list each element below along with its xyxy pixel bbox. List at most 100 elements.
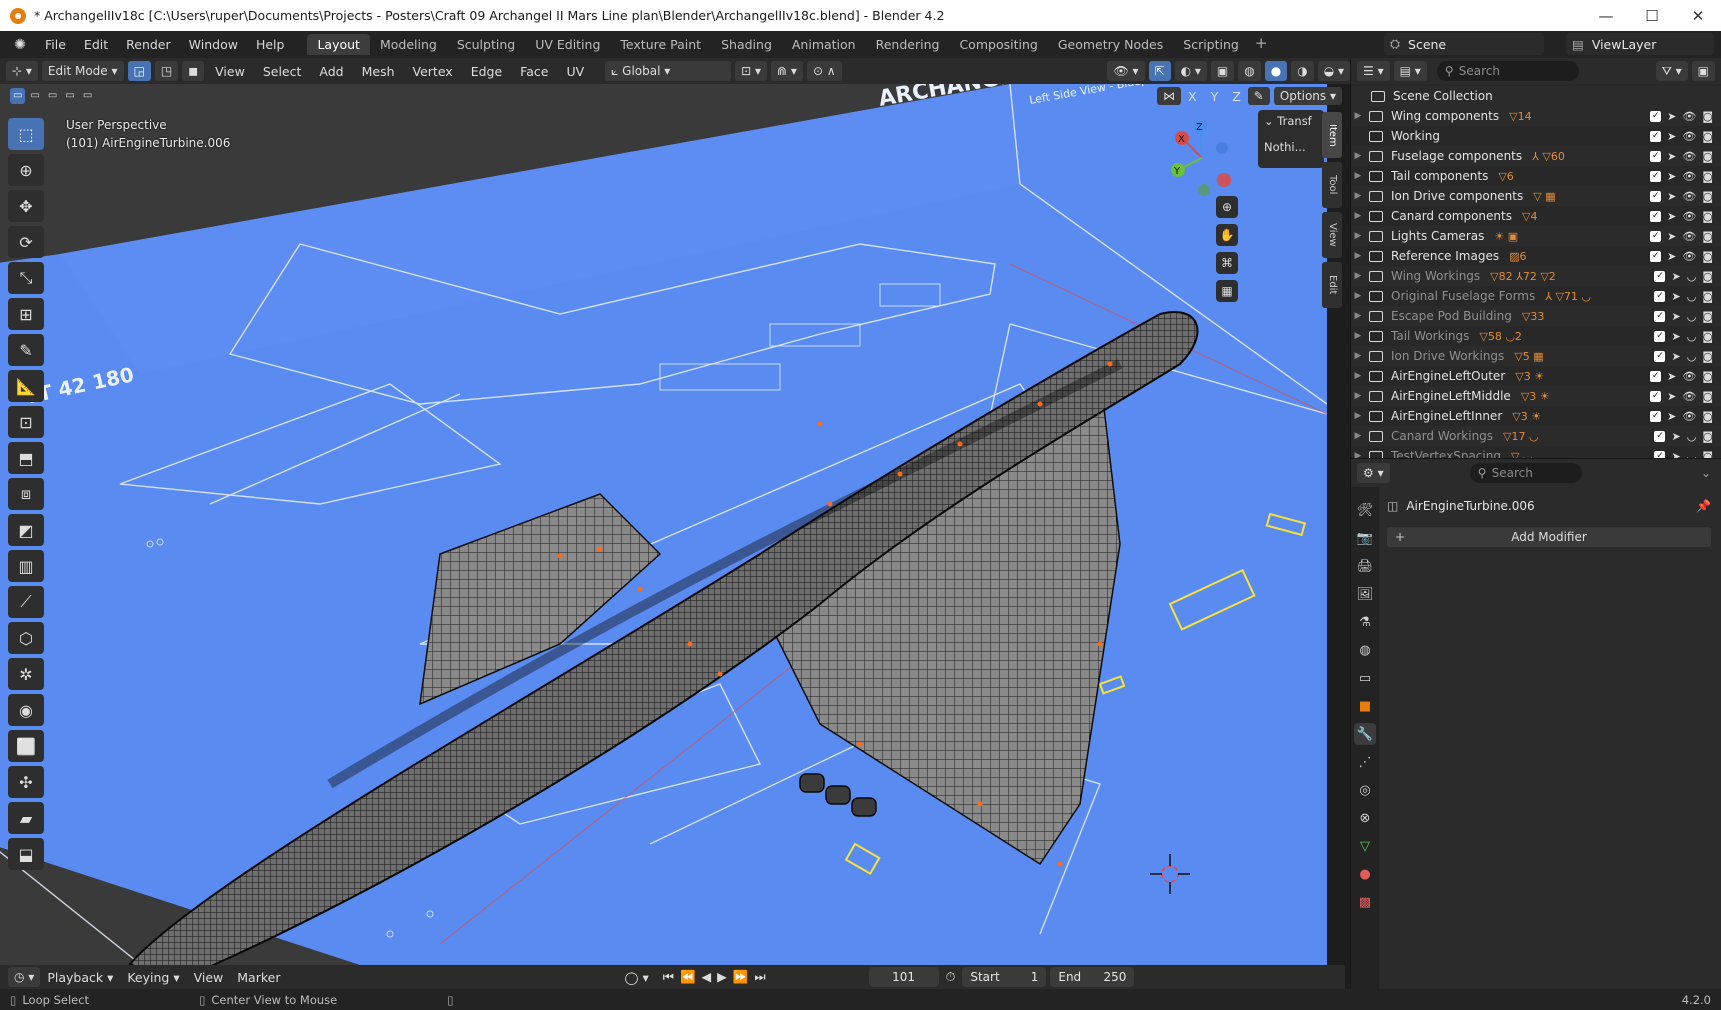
- inset-icon[interactable]: ⧈: [8, 478, 44, 510]
- tab-texture-paint[interactable]: Texture Paint: [610, 34, 711, 55]
- extrude-icon[interactable]: ⬒: [8, 442, 44, 474]
- exclude-checkbox[interactable]: ✓: [1654, 270, 1666, 282]
- exclude-checkbox[interactable]: ✓: [1650, 370, 1662, 382]
- expand-arrow-icon[interactable]: ▶: [1351, 331, 1365, 341]
- outliner-row[interactable]: ▶ Lights Cameras ☀ ▣ ✓ ➤ 👁 ◙: [1351, 226, 1721, 246]
- blender-menu-icon[interactable]: ✺: [10, 36, 30, 54]
- visibility-eye-icon[interactable]: ◡: [1687, 290, 1697, 303]
- sidebar-tab-item[interactable]: Item: [1322, 112, 1342, 158]
- outliner-row[interactable]: ▶ Reference Images ▨6 ✓ ➤ 👁 ◙: [1351, 246, 1721, 266]
- proportional-edit-icon[interactable]: ⊙ ∧: [806, 61, 842, 81]
- visibility-eye-icon[interactable]: 👁: [1682, 230, 1696, 243]
- render-camera-icon[interactable]: ◙: [1702, 370, 1713, 383]
- mirror-axis-x[interactable]: X: [1181, 89, 1204, 104]
- particles-props-icon[interactable]: ⋰: [1354, 751, 1376, 773]
- selectable-icon[interactable]: ➤: [1667, 370, 1676, 383]
- shading-material-icon[interactable]: ◑: [1291, 61, 1314, 81]
- pin-icon[interactable]: 📌: [1696, 499, 1711, 513]
- select-invert-icon[interactable]: ▭: [62, 88, 78, 104]
- stopwatch-icon[interactable]: ⏱: [939, 969, 963, 985]
- minimize-button[interactable]: —: [1583, 7, 1629, 25]
- expand-arrow-icon[interactable]: ▶: [1351, 151, 1365, 161]
- outliner-row[interactable]: ▶ AirEngineLeftMiddle ▽3 ☀ ✓ ➤ 👁 ◙: [1351, 386, 1721, 406]
- outliner-row[interactable]: ▶ Tail components ▽6 ✓ ➤ 👁 ◙: [1351, 166, 1721, 186]
- tab-uv-editing[interactable]: UV Editing: [525, 34, 610, 55]
- exclude-checkbox[interactable]: ✓: [1650, 110, 1662, 122]
- menu-playback[interactable]: Playback ▾: [40, 970, 120, 985]
- xray-icon[interactable]: ▣: [1210, 61, 1235, 81]
- menu-face[interactable]: Face: [513, 64, 555, 79]
- move-icon[interactable]: ✥: [8, 190, 44, 222]
- expand-arrow-icon[interactable]: ▶: [1351, 391, 1365, 401]
- sidebar-tab-edit[interactable]: Edit: [1322, 262, 1342, 308]
- select-new-icon[interactable]: ▭: [10, 88, 26, 104]
- visibility-eye-icon[interactable]: 👁: [1682, 390, 1696, 403]
- add-cube-icon[interactable]: ⊡: [8, 406, 44, 438]
- tab-sculpting[interactable]: Sculpting: [447, 34, 525, 55]
- render-camera-icon[interactable]: ◙: [1702, 350, 1713, 363]
- add-modifier-button[interactable]: + Add Modifier: [1387, 527, 1711, 547]
- render-camera-icon[interactable]: ◙: [1702, 390, 1713, 403]
- render-camera-icon[interactable]: ◙: [1702, 330, 1713, 343]
- edge-select-icon[interactable]: ◳: [154, 61, 179, 81]
- object-props-icon[interactable]: ■: [1354, 695, 1376, 717]
- 3d-viewport[interactable]: ARCHANGEL II MARS LINE Left Side View - …: [0, 84, 1327, 965]
- exclude-checkbox[interactable]: ✓: [1650, 190, 1662, 202]
- mirror-axis-y[interactable]: Y: [1204, 89, 1226, 104]
- world-props-icon[interactable]: ◍: [1354, 639, 1376, 661]
- outliner-row[interactable]: Working ✓ ➤ 👁 ◙: [1351, 126, 1721, 146]
- visibility-eye-icon[interactable]: 👁: [1682, 190, 1696, 203]
- expand-arrow-icon[interactable]: ▶: [1351, 431, 1365, 441]
- visibility-icon[interactable]: 👁 ▾: [1107, 61, 1145, 81]
- exclude-checkbox[interactable]: ✓: [1654, 430, 1666, 442]
- visibility-eye-icon[interactable]: 👁: [1682, 410, 1696, 423]
- shading-solid-icon[interactable]: ●: [1264, 61, 1288, 81]
- smooth-icon[interactable]: ◉: [8, 694, 44, 726]
- exclude-checkbox[interactable]: ✓: [1654, 350, 1666, 362]
- visibility-eye-icon[interactable]: 👁: [1682, 110, 1696, 123]
- viewport-canvas[interactable]: ARCHANGEL II MARS LINE Left Side View - …: [0, 84, 1327, 965]
- edge-slide-icon[interactable]: ⬜: [8, 730, 44, 762]
- end-frame-field[interactable]: End 250: [1050, 967, 1135, 987]
- select-box-icon[interactable]: ⬚: [8, 118, 44, 150]
- exclude-checkbox[interactable]: ✓: [1650, 130, 1662, 142]
- render-camera-icon[interactable]: ◙: [1702, 230, 1713, 243]
- menu-edge[interactable]: Edge: [464, 64, 509, 79]
- cursor-icon[interactable]: ⊕: [8, 154, 44, 186]
- visibility-eye-icon[interactable]: ◡: [1687, 330, 1697, 343]
- exclude-checkbox[interactable]: ✓: [1654, 290, 1666, 302]
- transform-icon[interactable]: ⊞: [8, 298, 44, 330]
- outliner-row[interactable]: ▶ Wing components ▽14 ✓ ➤ 👁 ◙: [1351, 106, 1721, 126]
- properties-options-icon[interactable]: ⌄: [1701, 466, 1711, 480]
- sidebar-tab-tool[interactable]: Tool: [1322, 162, 1342, 208]
- selectable-icon[interactable]: ➤: [1667, 110, 1676, 123]
- select-intersect-icon[interactable]: ▭: [79, 88, 96, 104]
- outliner-editor-type-icon[interactable]: ☰ ▾: [1357, 61, 1390, 81]
- selectable-icon[interactable]: ➤: [1671, 290, 1680, 303]
- filter-icon[interactable]: ⛛ ▾: [1655, 61, 1688, 81]
- physics-props-icon[interactable]: ◎: [1354, 779, 1376, 801]
- menu-vertex[interactable]: Vertex: [406, 64, 460, 79]
- outliner-row[interactable]: ▶ Ion Drive components ▽ ▦ ✓ ➤ 👁 ◙: [1351, 186, 1721, 206]
- selectable-icon[interactable]: ➤: [1667, 410, 1676, 423]
- pan-hand-icon[interactable]: ✋: [1216, 224, 1238, 246]
- start-frame-field[interactable]: Start 1: [962, 967, 1047, 987]
- render-camera-icon[interactable]: ◙: [1702, 290, 1713, 303]
- annotate-icon[interactable]: ✎: [8, 334, 44, 366]
- render-camera-icon[interactable]: ◙: [1702, 250, 1713, 263]
- render-camera-icon[interactable]: ◙: [1702, 270, 1713, 283]
- rip-region-icon[interactable]: ⬓: [8, 838, 44, 870]
- transform-panel-header[interactable]: ⌄ Transf: [1264, 114, 1318, 128]
- outliner-search-input[interactable]: Search: [1436, 61, 1579, 81]
- editor-type-icon[interactable]: ⊹ ▾: [6, 61, 38, 81]
- expand-arrow-icon[interactable]: ▶: [1351, 271, 1365, 281]
- shading-render-icon[interactable]: ◒ ▾: [1317, 61, 1350, 81]
- visibility-eye-icon[interactable]: 👁: [1682, 130, 1696, 143]
- tab-animation[interactable]: Animation: [782, 34, 866, 55]
- expand-arrow-icon[interactable]: ▶: [1351, 351, 1365, 361]
- sidebar-tab-view[interactable]: View: [1322, 212, 1342, 258]
- playback-controls[interactable]: ⏮⏪◀▶⏩⏭: [656, 969, 779, 985]
- expand-arrow-icon[interactable]: ▶: [1351, 251, 1365, 261]
- render-props-icon[interactable]: 📷: [1354, 527, 1376, 549]
- expand-arrow-icon[interactable]: ▶: [1351, 311, 1365, 321]
